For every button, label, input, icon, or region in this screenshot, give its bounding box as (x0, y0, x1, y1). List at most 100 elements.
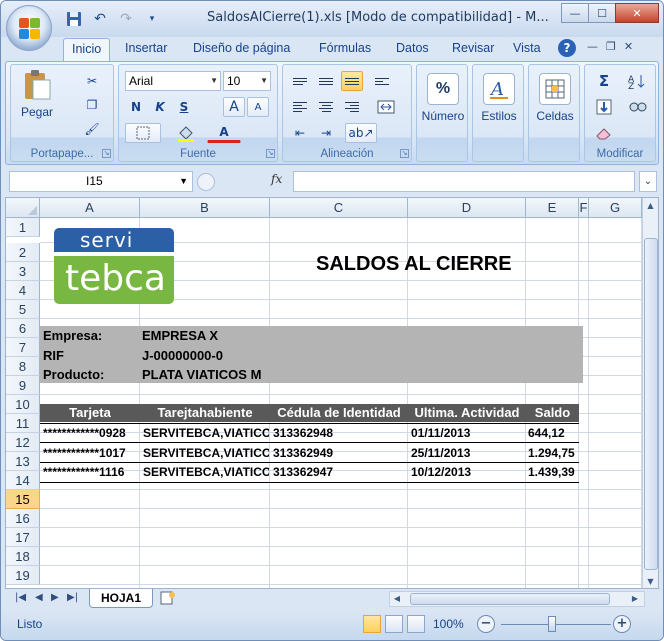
wrap-text-icon[interactable] (371, 71, 393, 91)
column-header-d[interactable]: D (408, 198, 526, 218)
font-size-combo[interactable]: 10 ▼ (223, 71, 271, 91)
scroll-left-icon[interactable]: ◀ (390, 592, 404, 606)
sheet-tab-hoja1[interactable]: HOJA1 (89, 589, 153, 608)
underline-button[interactable]: S (173, 97, 195, 117)
format-painter-icon[interactable]: 🖌 (81, 119, 103, 139)
tab-datos[interactable]: Datos (396, 41, 429, 55)
prev-sheet-icon[interactable]: ◀ (35, 592, 43, 603)
row-header-16[interactable]: 16 (6, 509, 40, 528)
table-cell[interactable]: ************1017 (43, 444, 139, 463)
tab-insertar[interactable]: Insertar (125, 41, 167, 55)
borders-icon[interactable] (125, 123, 161, 143)
row-header-15[interactable]: 15 (6, 490, 40, 509)
column-header-b[interactable]: B (140, 198, 270, 218)
insert-sheet-icon[interactable] (159, 591, 181, 607)
normal-view-icon[interactable] (363, 615, 381, 633)
column-header-c[interactable]: C (270, 198, 408, 218)
table-cell[interactable]: 10/12/2013 (411, 463, 525, 482)
insert-function-button[interactable]: fx (271, 172, 282, 186)
table-cell[interactable]: 313362947 (273, 463, 407, 482)
paste-button[interactable]: Pegar (15, 69, 59, 119)
row-header-11[interactable]: 11 (6, 414, 40, 433)
page-layout-view-icon[interactable] (385, 615, 403, 633)
scroll-down-icon[interactable]: ▼ (643, 574, 658, 588)
tab-diseno-pagina[interactable]: Diseño de página (193, 41, 290, 55)
customize-icon[interactable]: ▾ (141, 9, 163, 29)
help-icon[interactable]: ? (558, 39, 576, 57)
maximize-button[interactable]: ☐ (588, 3, 616, 23)
row-header-14[interactable]: 14 (6, 471, 40, 490)
column-header-e[interactable]: E (526, 198, 579, 218)
scroll-up-icon[interactable]: ▲ (643, 198, 658, 213)
name-box[interactable]: I15 ▼ (9, 171, 193, 192)
table-cell[interactable]: 313362949 (273, 444, 407, 463)
formula-bar-handle-icon[interactable] (197, 173, 215, 191)
merge-center-icon[interactable] (371, 97, 401, 117)
row-header-19[interactable]: 19 (6, 566, 40, 585)
table-cell[interactable]: 1.439,39 (528, 463, 580, 482)
row-header-4[interactable]: 4 (6, 281, 40, 300)
align-bottom-icon[interactable] (341, 71, 363, 91)
dialog-launcher-icon[interactable]: ↘ (400, 149, 409, 158)
worksheet-grid[interactable]: A B C D E F G 1 2 3 4 5 6 7 8 9 10 11 12 13 14 15 16 17 1… (5, 197, 659, 589)
copy-icon[interactable]: ❐ (81, 95, 103, 115)
first-sheet-icon[interactable]: |◀ (15, 592, 26, 603)
undo-icon[interactable]: ↶ (89, 9, 111, 29)
next-sheet-icon[interactable]: ▶ (51, 592, 59, 603)
row-header-12[interactable]: 12 (6, 433, 40, 452)
row-header-10[interactable]: 10 (6, 395, 40, 414)
autosum-button[interactable]: Σ (589, 71, 619, 91)
bold-button[interactable]: N (125, 97, 147, 117)
table-cell[interactable]: SERVITEBCA,VIATICOS (143, 424, 269, 443)
cells-button[interactable]: Celdas (531, 73, 579, 123)
tab-inicio[interactable]: Inicio (63, 38, 111, 62)
zoom-slider-thumb[interactable] (548, 616, 556, 632)
sort-filter-icon[interactable]: AZ (623, 71, 653, 91)
table-cell[interactable]: 644,12 (528, 424, 580, 443)
fill-icon[interactable] (589, 97, 619, 117)
table-cell[interactable]: ************0928 (43, 424, 139, 443)
number-format-button[interactable]: % Número (419, 73, 467, 123)
table-cell[interactable]: SERVITEBCA,VIATICOS (143, 463, 269, 482)
tab-revisar[interactable]: Revisar (452, 41, 494, 55)
find-select-icon[interactable] (623, 97, 653, 117)
workbook-close-icon[interactable]: ✕ (624, 40, 633, 53)
tab-formulas[interactable]: Fórmulas (319, 41, 371, 55)
row-header-8[interactable]: 8 (6, 357, 40, 376)
redo-icon[interactable]: ↷ (115, 9, 137, 29)
align-center-icon[interactable] (315, 97, 337, 117)
row-header-9[interactable]: 9 (6, 376, 40, 395)
font-name-combo[interactable]: Arial ▼ (125, 71, 221, 91)
table-cell[interactable]: 01/11/2013 (411, 424, 525, 443)
clear-icon[interactable] (589, 123, 619, 143)
row-header-17[interactable]: 17 (6, 528, 40, 547)
table-cell[interactable]: ************1116 (43, 463, 139, 482)
tab-vista[interactable]: Vista (513, 41, 541, 55)
column-header-f[interactable]: F (579, 198, 589, 218)
horizontal-scrollbar[interactable]: ◀ ▶ (389, 591, 645, 607)
office-button[interactable] (6, 5, 52, 51)
column-header-g[interactable]: G (589, 198, 642, 218)
row-header-5[interactable]: 5 (6, 300, 40, 319)
page-break-view-icon[interactable] (407, 615, 425, 633)
row-header-1[interactable]: 1 (6, 218, 40, 237)
table-cell[interactable]: 1.294,75 (528, 444, 580, 463)
grow-font-button[interactable]: A (223, 97, 245, 117)
column-header-a[interactable]: A (40, 198, 140, 218)
expand-formula-bar-icon[interactable]: ⌄ (639, 171, 657, 192)
cut-icon[interactable]: ✂ (81, 71, 103, 91)
row-header-3[interactable]: 3 (6, 262, 40, 281)
row-header-2[interactable]: 2 (6, 243, 40, 262)
align-middle-icon[interactable] (315, 71, 337, 91)
align-right-icon[interactable] (341, 97, 363, 117)
row-header-13[interactable]: 13 (6, 452, 40, 471)
zoom-level[interactable]: 100% (433, 617, 464, 631)
last-sheet-icon[interactable]: ▶| (67, 592, 78, 603)
dialog-launcher-icon[interactable]: ↘ (102, 149, 111, 158)
table-cell[interactable]: 313362948 (273, 424, 407, 443)
formula-input[interactable] (293, 171, 635, 192)
zoom-out-icon[interactable]: − (477, 615, 495, 633)
table-cell[interactable]: 25/11/2013 (411, 444, 525, 463)
orientation-icon[interactable]: ab↗ (345, 123, 377, 143)
workbook-restore-icon[interactable]: ❐ (606, 40, 616, 53)
